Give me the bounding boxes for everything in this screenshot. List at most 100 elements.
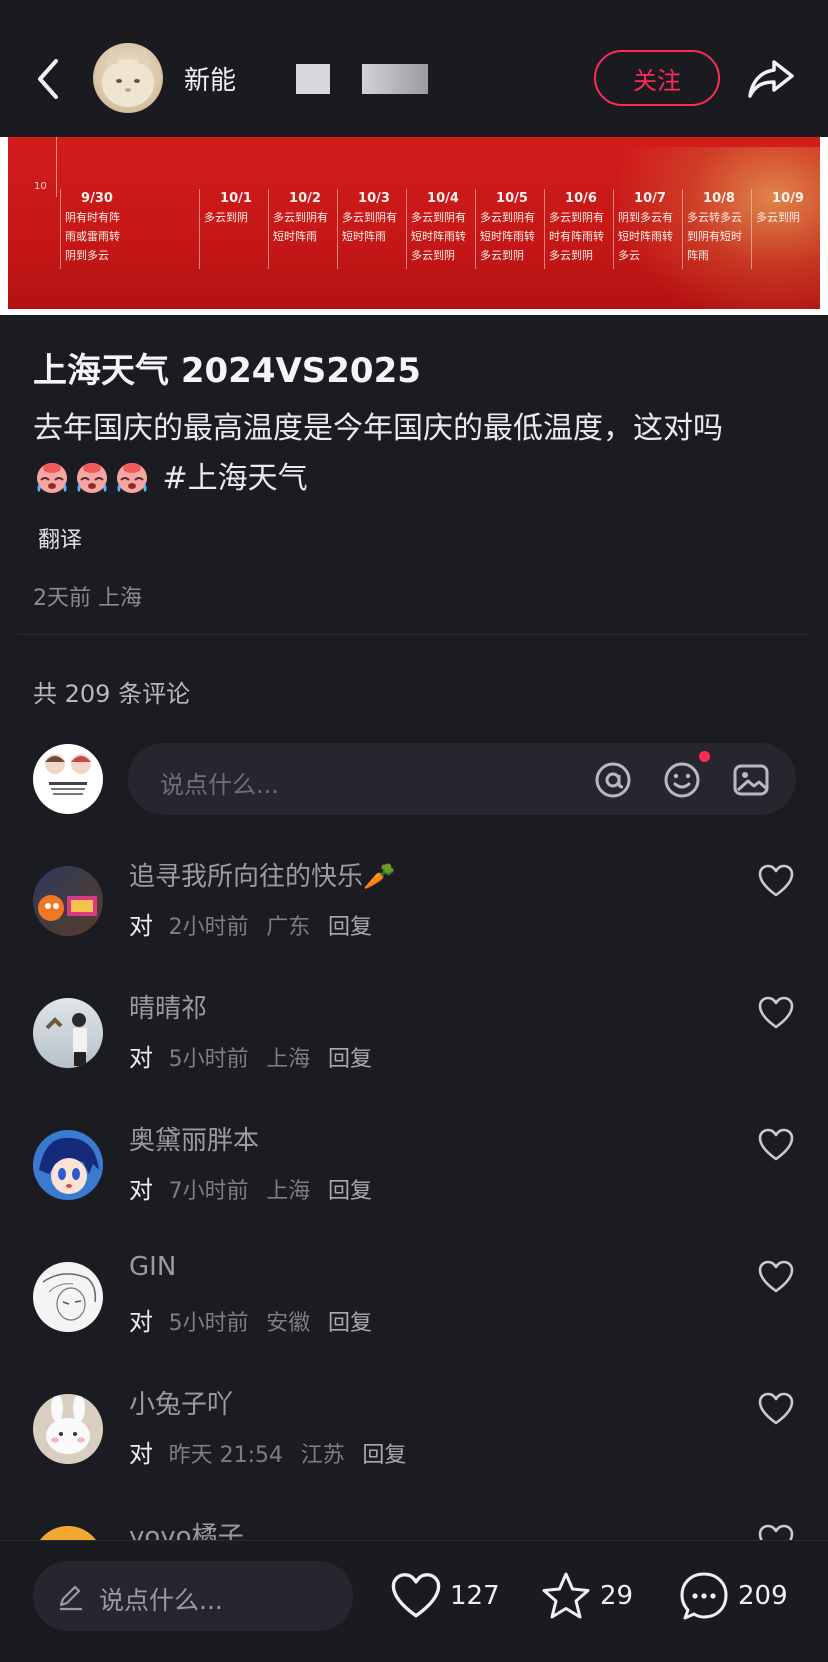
commenter-name[interactable]: 奥黛丽胖本 — [129, 1120, 259, 1157]
favorite-count: 29 — [600, 1581, 634, 1611]
comment-time: 5小时前 — [168, 1047, 249, 1072]
comment-item: 奥黛丽胖本 对 7小时前 上海 回复 — [0, 1120, 828, 1230]
comment-item: 小兔子吖 对 昨天 21:54 江苏 回复 — [0, 1384, 828, 1494]
forecast-line: 多云到阴有 — [342, 211, 397, 224]
forecast-column: 10/3 多云到阴有短时阵雨 — [337, 189, 410, 269]
forecast-line: 多云转多云 — [687, 211, 742, 224]
post-text: 去年国庆的最高温度是今年国庆的最低温度，这对吗 — [33, 411, 723, 446]
commenter-name[interactable]: 追寻我所向往的快乐🥕 — [129, 856, 395, 893]
comment-text: 对 — [129, 912, 153, 940]
heart-icon[interactable] — [758, 1392, 794, 1426]
star-icon — [542, 1572, 590, 1619]
forecast-date: 10/3 — [358, 191, 390, 206]
forecast-date: 10/9 — [772, 191, 804, 206]
reply-button[interactable]: 回复 — [328, 915, 372, 940]
comment-item: 追寻我所向往的快乐🥕 对 2小时前 广东 回复 — [0, 856, 828, 966]
forecast-date: 9/30 — [81, 191, 113, 206]
heart-icon — [391, 1573, 441, 1618]
forecast-column: 10/9 多云到阴 — [751, 189, 820, 269]
comment-time: 5小时前 — [168, 1311, 249, 1336]
comment-time: 昨天 21:54 — [168, 1443, 284, 1468]
forecast-line: 短时阵雨转 — [480, 230, 535, 243]
bottom-comment-input[interactable]: 说点什么... — [33, 1561, 353, 1631]
like-button[interactable]: 127 — [390, 1569, 500, 1623]
comment-button[interactable]: 209 — [678, 1569, 788, 1623]
heart-icon[interactable] — [758, 864, 794, 898]
commenter-avatar[interactable] — [33, 1130, 103, 1200]
commenter-name[interactable]: 晴晴祁 — [129, 988, 207, 1025]
at-mention-icon[interactable] — [594, 761, 632, 799]
comment-location: 安徽 — [266, 1311, 311, 1336]
comment-item: 晴晴祁 对 5小时前 上海 回复 — [0, 988, 828, 1098]
forecast-column: 10/2 多云到阴有 短时阵雨 — [268, 189, 341, 269]
forecast-line: 阴有时有阵 — [65, 211, 120, 224]
reply-button[interactable]: 回复 — [328, 1047, 372, 1072]
author-name[interactable]: 新能 — [184, 60, 236, 97]
post-image[interactable]: 10 9/30 阴有时有阵 雨或雷雨转 阴到多云 10/1 多云到阴 10/2 多云到阴有 短时… — [0, 137, 828, 315]
post-title: 上海天气 2024VS2025 — [33, 351, 421, 391]
pen-icon — [59, 1585, 82, 1611]
weather-forecast-banner: 10 9/30 阴有时有阵 雨或雷雨转 阴到多云 10/1 多云到阴 10/2 多云到阴有 短时… — [8, 137, 820, 309]
forecast-line: 多云到阴 — [411, 249, 455, 262]
post-meta: 2天前 上海 — [33, 580, 142, 612]
comment-location: 江苏 — [300, 1443, 345, 1468]
heart-icon[interactable] — [758, 1128, 794, 1162]
comment-time: 7小时前 — [168, 1179, 249, 1204]
comment-location: 广东 — [266, 915, 311, 940]
redacted-block — [296, 64, 330, 94]
forecast-column: 10/7 阴到多云有 短时阵雨转 多云 — [613, 189, 686, 269]
forecast-date: 10/1 — [220, 191, 252, 206]
crying-face-emoji-icon — [33, 458, 71, 494]
forecast-line: 阵雨 — [687, 249, 709, 262]
forecast-line: 多云到阴 — [756, 211, 800, 224]
axis-tick-label: 10 — [34, 181, 47, 192]
comment-text: 对 — [129, 1440, 153, 1468]
cat-face-icon — [102, 49, 154, 107]
comment-text: 对 — [129, 1308, 153, 1336]
commenter-name[interactable]: 小兔子吖 — [129, 1384, 233, 1421]
comment-line: 对 7小时前 上海 回复 — [129, 1170, 372, 1205]
forecast-line: 多云到阴有 — [273, 211, 328, 224]
reply-button[interactable]: 回复 — [362, 1443, 406, 1468]
comment-item: GIN 对 5小时前 安徽 回复 — [0, 1252, 828, 1362]
comment-count: 共 209 条评论 — [33, 680, 191, 708]
forecast-date: 10/5 — [496, 191, 528, 206]
hashtag-link[interactable]: #上海天气 — [163, 461, 308, 496]
emoji-icon[interactable] — [663, 761, 701, 799]
crying-face-emoji-icon — [113, 458, 151, 494]
share-icon[interactable] — [746, 56, 796, 100]
forecast-date: 10/8 — [703, 191, 735, 206]
bottom-action-bar: 说点什么... 127 29 209 — [0, 1540, 828, 1662]
forecast-line: 阴到多云有 — [618, 211, 673, 224]
divider — [18, 634, 810, 635]
redacted-block — [362, 64, 428, 94]
forecast-column: 10/4 多云到阴有 短时阵雨转 多云到阴 — [406, 189, 479, 269]
forecast-line: 多云到阴 — [480, 249, 524, 262]
comment-time: 2小时前 — [168, 915, 249, 940]
heart-icon[interactable] — [758, 1260, 794, 1294]
commenter-avatar[interactable] — [33, 1394, 103, 1464]
comment-count-bottom: 209 — [738, 1581, 788, 1611]
follow-button[interactable]: 关注 — [594, 50, 720, 106]
favorite-button[interactable]: 29 — [540, 1569, 633, 1623]
image-icon[interactable] — [732, 761, 770, 799]
commenter-name[interactable]: GIN — [129, 1252, 176, 1282]
my-avatar[interactable] — [33, 744, 103, 814]
back-arrow-icon[interactable] — [30, 55, 70, 103]
comment-input[interactable]: 说点什么... — [128, 743, 796, 815]
commenter-avatar[interactable] — [33, 1262, 103, 1332]
comment-line: 对 2小时前 广东 回复 — [129, 906, 372, 941]
forecast-line: 雨或雷雨转 — [65, 230, 120, 243]
forecast-column: 10/1 多云到阴 — [199, 189, 272, 269]
forecast-line: 短时阵雨 — [273, 230, 317, 243]
reply-button[interactable]: 回复 — [328, 1179, 372, 1204]
reply-button[interactable]: 回复 — [328, 1311, 372, 1336]
translate-button[interactable]: 翻译 — [38, 522, 82, 554]
forecast-line: 多云到阴有 — [549, 211, 604, 224]
forecast-line: 短时阵雨 — [342, 230, 386, 243]
commenter-avatar[interactable] — [33, 998, 103, 1068]
heart-icon[interactable] — [758, 996, 794, 1030]
author-avatar[interactable] — [93, 43, 163, 113]
commenter-avatar[interactable] — [33, 866, 103, 936]
forecast-date: 10/7 — [634, 191, 666, 206]
